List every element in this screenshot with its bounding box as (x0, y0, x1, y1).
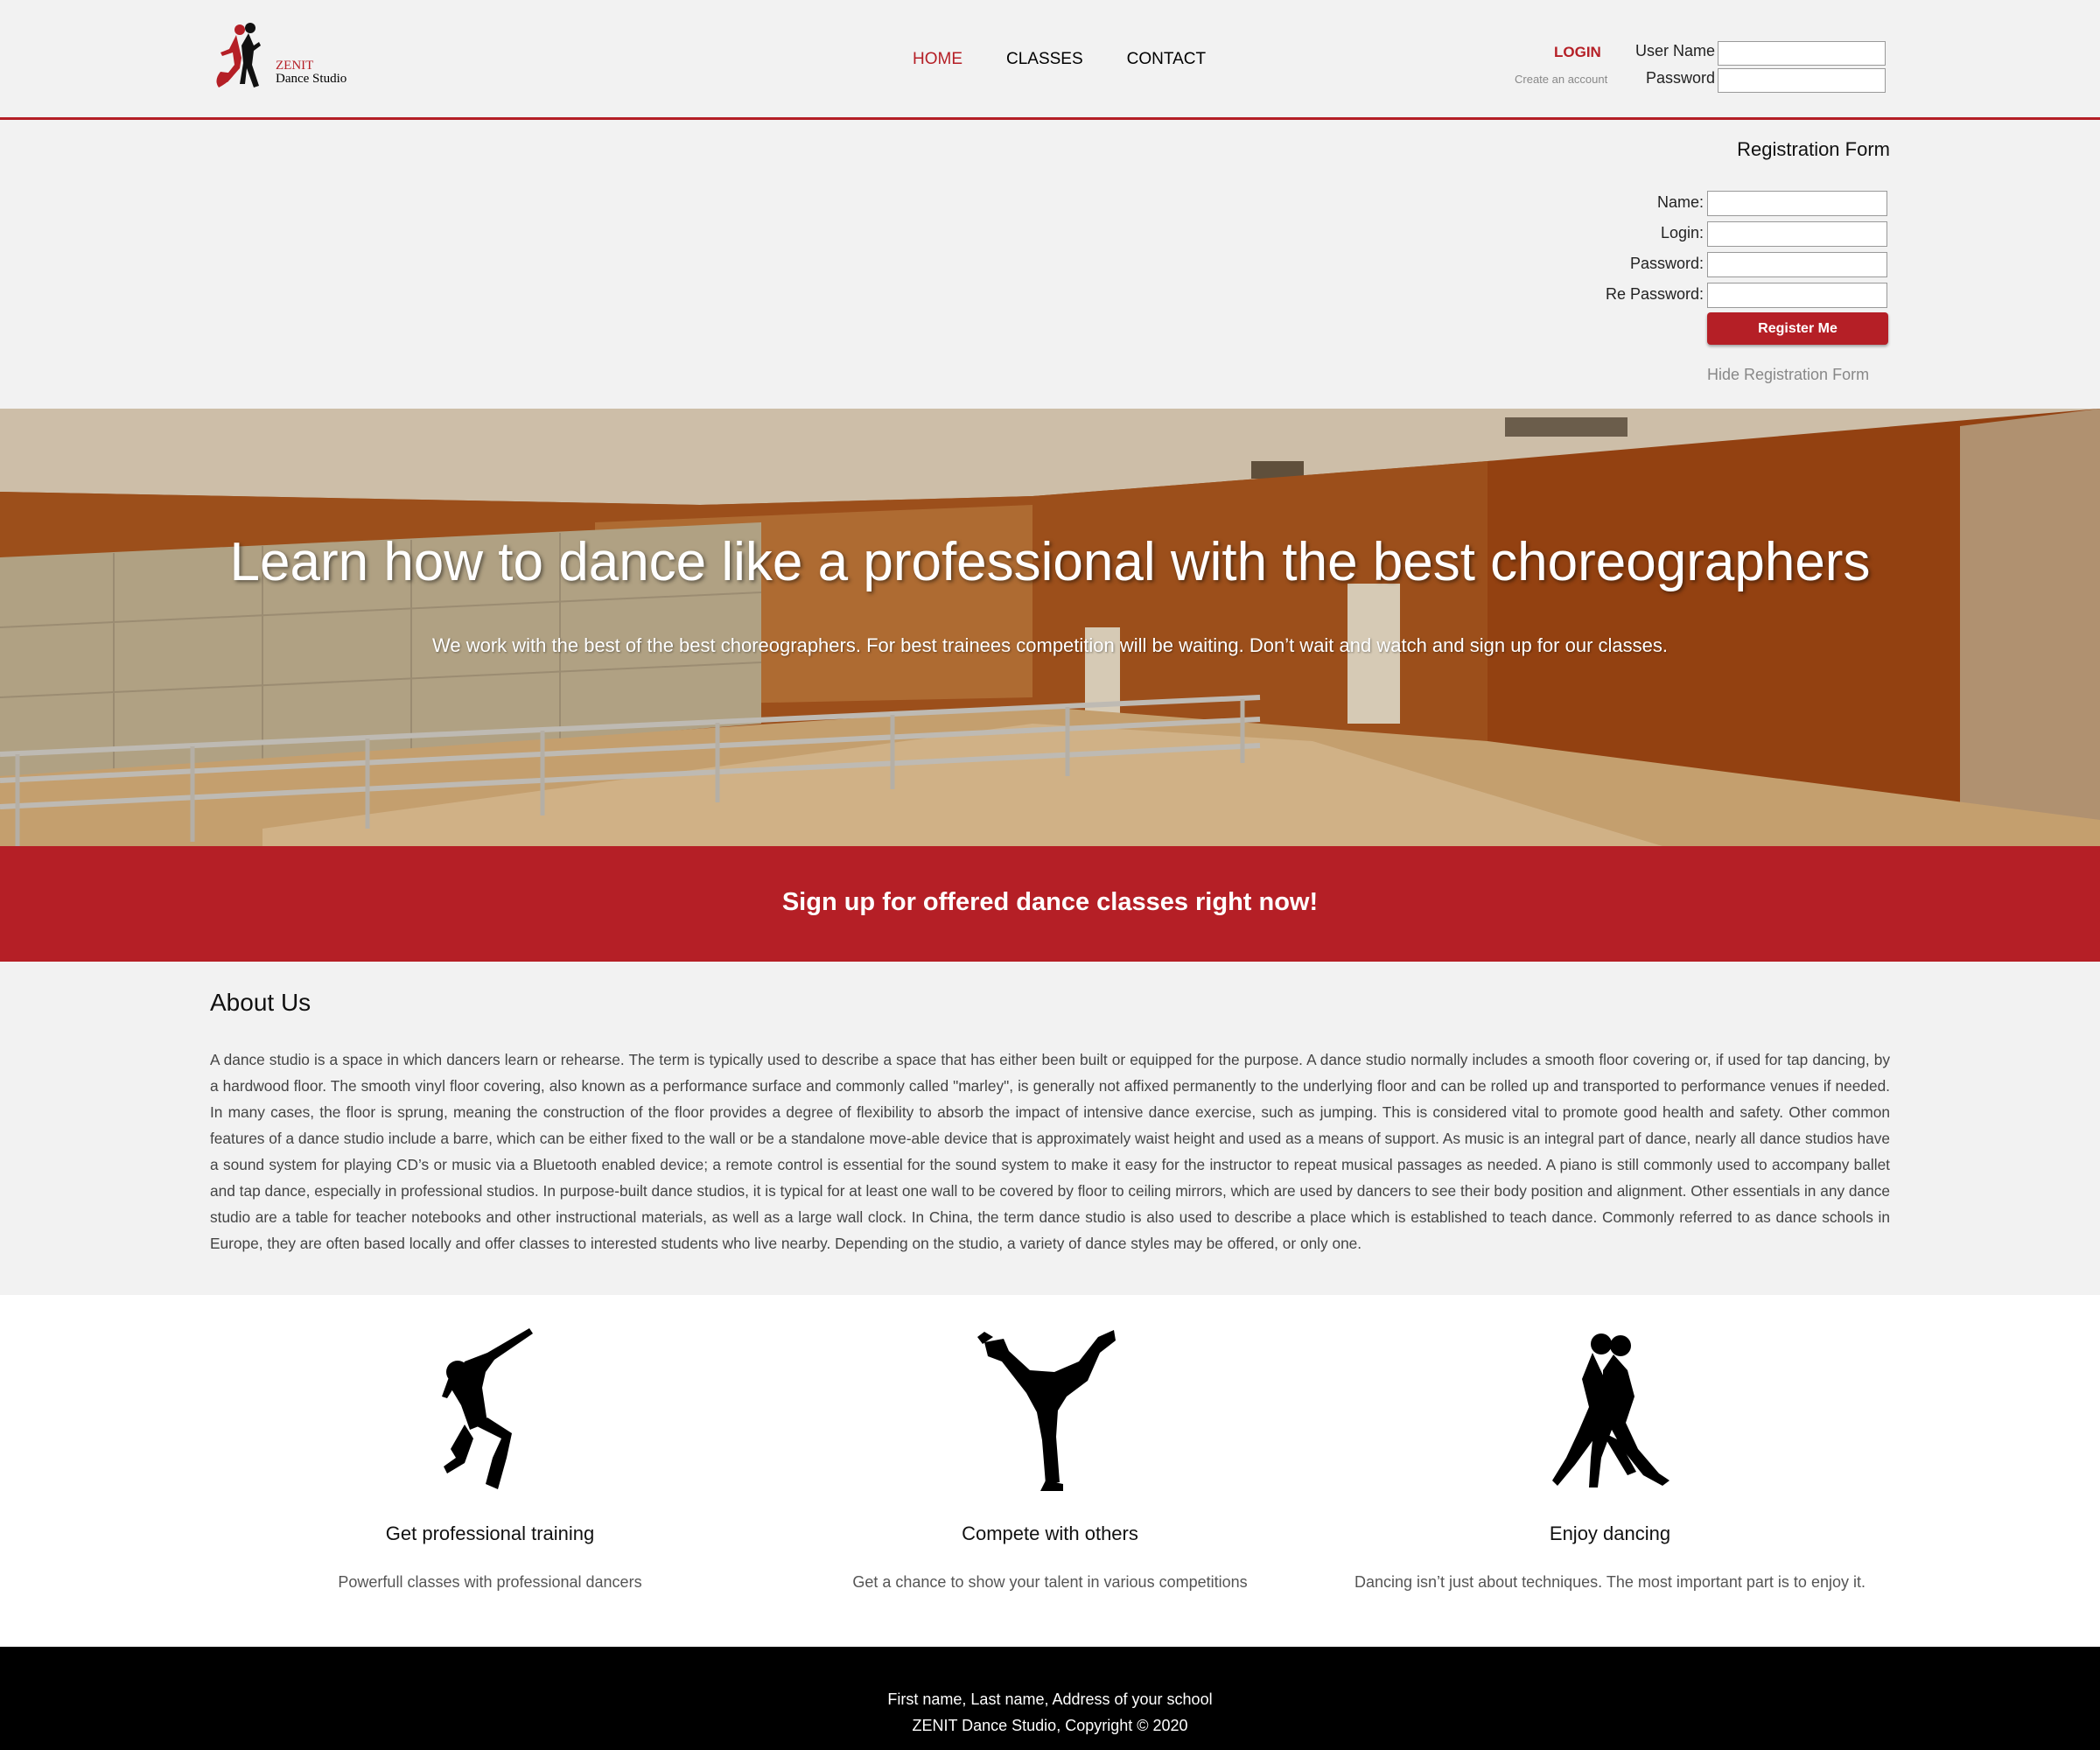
logo-line2: Dance Studio (276, 72, 347, 86)
nav-home[interactable]: HOME (913, 50, 962, 69)
feature-title: Enjoy dancing (1549, 1522, 1671, 1544)
footer-address: First name, Last name, Address of your s… (887, 1690, 1213, 1708)
feature-title: Compete with others (962, 1522, 1138, 1544)
hero-banner: Learn how to dance like a professional w… (0, 409, 2100, 846)
site-footer: First name, Last name, Address of your s… (0, 1647, 2100, 1750)
main-nav: HOME CLASSES CONTACT (913, 50, 1250, 69)
logo-line1: ZENIT (276, 59, 314, 73)
about-body: A dance studio is a space in which dance… (210, 1051, 1890, 1252)
feature-card-training: Get professional training Powerfull clas… (210, 1295, 770, 1591)
hide-registration-link[interactable]: Hide Registration Form (1707, 366, 1869, 384)
password-input[interactable] (1718, 68, 1886, 93)
reg-password-label: Password: (1629, 255, 1704, 272)
tango-couple-icon (1552, 1334, 1670, 1488)
reg-password-input[interactable] (1707, 252, 1887, 277)
site-logo[interactable]: ZENIT Dance Studio (210, 19, 359, 91)
hero-subtitle: We work with the best of the best choreo… (432, 634, 1668, 656)
feature-desc: Get a chance to show your talent in vari… (852, 1573, 1248, 1591)
reg-name-label: Name: (1656, 193, 1704, 211)
feature-desc: Powerfull classes with professional danc… (338, 1573, 642, 1591)
create-account-link[interactable]: Create an account (1515, 73, 1607, 86)
dancing-couple-logo-icon (216, 23, 261, 88)
username-label: User Name (1634, 42, 1715, 60)
register-button[interactable]: Register Me (1707, 312, 1888, 345)
breakdancer-icon (977, 1330, 1116, 1491)
reg-login-label: Login: (1660, 224, 1704, 242)
features-section: Get professional training Powerfull clas… (0, 1295, 2100, 1647)
feature-card-compete: Compete with others Get a chance to show… (770, 1295, 1330, 1591)
hero-title: Learn how to dance like a professional w… (229, 532, 1871, 592)
reg-name-input[interactable] (1707, 191, 1887, 216)
password-label: Password (1645, 69, 1715, 87)
nav-contact[interactable]: CONTACT (1127, 50, 1206, 69)
dance-studio-background-image (0, 409, 2100, 846)
feature-card-enjoy: Enjoy dancing Dancing isn’t just about t… (1330, 1295, 1890, 1591)
nav-classes[interactable]: CLASSES (1006, 50, 1083, 69)
feature-title: Get professional training (385, 1522, 595, 1544)
about-title: About Us (210, 989, 312, 1016)
site-header: ZENIT Dance Studio HOME CLASSES CONTACT … (0, 0, 2100, 120)
reg-repassword-input[interactable] (1707, 283, 1887, 308)
footer-copyright: ZENIT Dance Studio, Copyright © 2020 (912, 1717, 1188, 1734)
registration-title: Registration Form (1737, 138, 1890, 160)
login-link[interactable]: LOGIN (1554, 44, 1601, 61)
cta-text[interactable]: Sign up for offered dance classes right … (0, 888, 2100, 917)
reg-login-input[interactable] (1707, 221, 1887, 247)
cta-band[interactable]: Sign up for offered dance classes right … (0, 846, 2100, 962)
feature-desc: Dancing isn’t just about techniques. The… (1354, 1573, 1866, 1591)
username-input[interactable] (1718, 41, 1886, 66)
reg-repassword-label: Re Password: (1605, 285, 1704, 303)
hip-hop-dancer-icon (442, 1328, 533, 1489)
